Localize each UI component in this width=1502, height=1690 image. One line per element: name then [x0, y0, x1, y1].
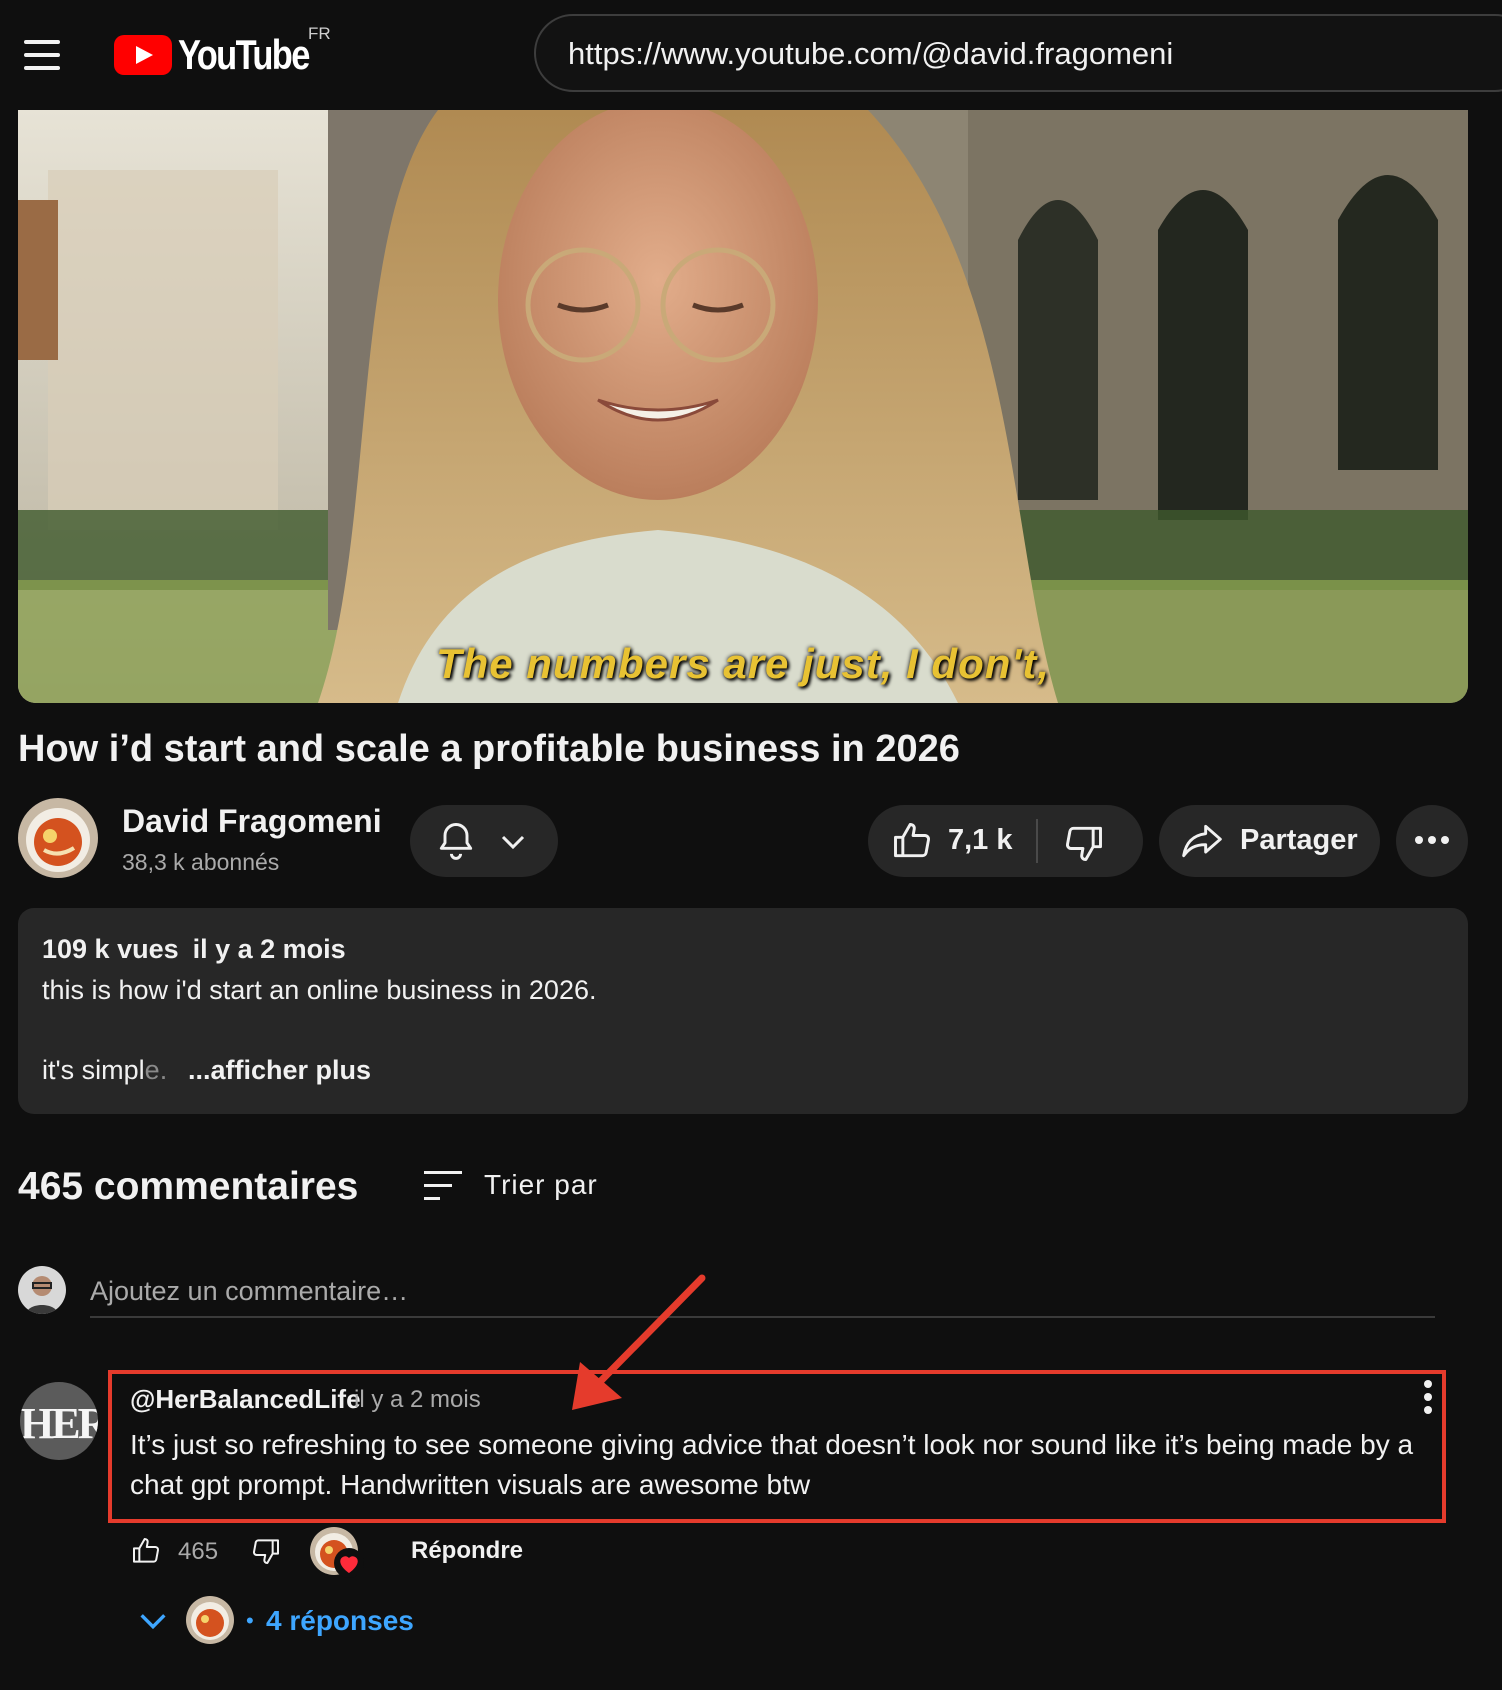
- more-actions-button[interactable]: [1396, 805, 1468, 877]
- ramen-bowl-icon: [186, 1596, 234, 1644]
- sort-icon: [424, 1171, 462, 1200]
- description-box[interactable]: 109 k vues il y a 2 mois this is how i'd …: [18, 908, 1468, 1114]
- comment-author-avatar[interactable]: HER: [20, 1382, 98, 1460]
- comment-time[interactable]: il y a 2 mois: [354, 1386, 481, 1414]
- replies-count: 4 réponses: [266, 1605, 414, 1636]
- comment-menu-icon[interactable]: [1418, 1380, 1438, 1416]
- top-bar: YouTube FR: [0, 0, 1502, 110]
- comment-author[interactable]: @HerBalancedLife: [130, 1384, 361, 1415]
- like-count: 7,1 k: [948, 824, 1013, 856]
- chevron-down-icon: [501, 835, 525, 850]
- show-more-link[interactable]: ...afficher plus: [188, 1055, 371, 1086]
- address-bar[interactable]: [534, 14, 1502, 92]
- video-frame-image: [18, 110, 1468, 703]
- description-fade-text: e.: [144, 1055, 168, 1085]
- view-replies-button[interactable]: • 4 réponses: [136, 1596, 436, 1652]
- comment-like-icon[interactable]: [130, 1535, 162, 1567]
- avatar-logo-text: HER: [20, 1399, 98, 1448]
- upload-date: il y a 2 mois: [192, 934, 346, 964]
- replies-separator: •: [246, 1608, 254, 1633]
- video-subtitle: The numbers are just, I don't,: [435, 640, 1051, 687]
- subscription-bell-button[interactable]: [410, 805, 558, 877]
- youtube-play-icon: [114, 35, 172, 75]
- video-title: How i’d start and scale a profitable bus…: [18, 728, 960, 770]
- view-count: 109 k vues: [42, 934, 179, 964]
- share-icon: [1182, 824, 1222, 858]
- description-text: it's simpl: [42, 1055, 145, 1085]
- subscriber-count: 38,3 k abonnés: [122, 849, 280, 875]
- description-line: this is how i'd start an online business…: [42, 975, 597, 1005]
- thumbs-up-icon: [894, 823, 930, 858]
- bell-icon: [439, 823, 473, 860]
- like-button[interactable]: 7,1 k: [868, 805, 1038, 877]
- comment-like-count: 465: [178, 1538, 219, 1565]
- youtube-logo[interactable]: YouTube: [114, 30, 337, 80]
- logo-text: YouTube: [178, 31, 310, 78]
- hamburger-menu-icon[interactable]: [24, 40, 60, 70]
- thumbs-down-icon: [1066, 826, 1102, 861]
- reply-button[interactable]: Répondre: [411, 1537, 523, 1565]
- dislike-button[interactable]: [1038, 805, 1143, 877]
- user-avatar: [18, 1266, 66, 1314]
- user-photo: [18, 1266, 66, 1314]
- chevron-down-icon: [140, 1614, 166, 1630]
- video-player[interactable]: The numbers are just, I don't,: [18, 110, 1468, 703]
- url-input[interactable]: [566, 32, 1470, 76]
- reply-author-avatar: [186, 1596, 234, 1644]
- view-meta: 109 k vues il y a 2 mois: [42, 934, 346, 965]
- like-dislike-group: 7,1 k: [868, 805, 1143, 877]
- share-button[interactable]: Partager: [1159, 805, 1380, 877]
- add-comment-input[interactable]: [90, 1266, 1435, 1318]
- ramen-bowl-icon: [18, 798, 98, 878]
- channel-name[interactable]: David Fragomeni: [122, 803, 382, 840]
- comments-count: 465 commentaires: [18, 1165, 359, 1208]
- comment-dislike-icon[interactable]: [250, 1535, 282, 1567]
- region-code: FR: [308, 24, 331, 43]
- channel-avatar[interactable]: [18, 798, 98, 878]
- comment-text: It’s just so refreshing to see someone g…: [130, 1429, 1414, 1500]
- description-line: it's simple.: [42, 1055, 167, 1086]
- share-label: Partager: [1240, 824, 1358, 856]
- heart-icon: [334, 1548, 364, 1578]
- more-horizontal-icon: [1415, 836, 1449, 844]
- sort-label: Trier par: [484, 1169, 598, 1200]
